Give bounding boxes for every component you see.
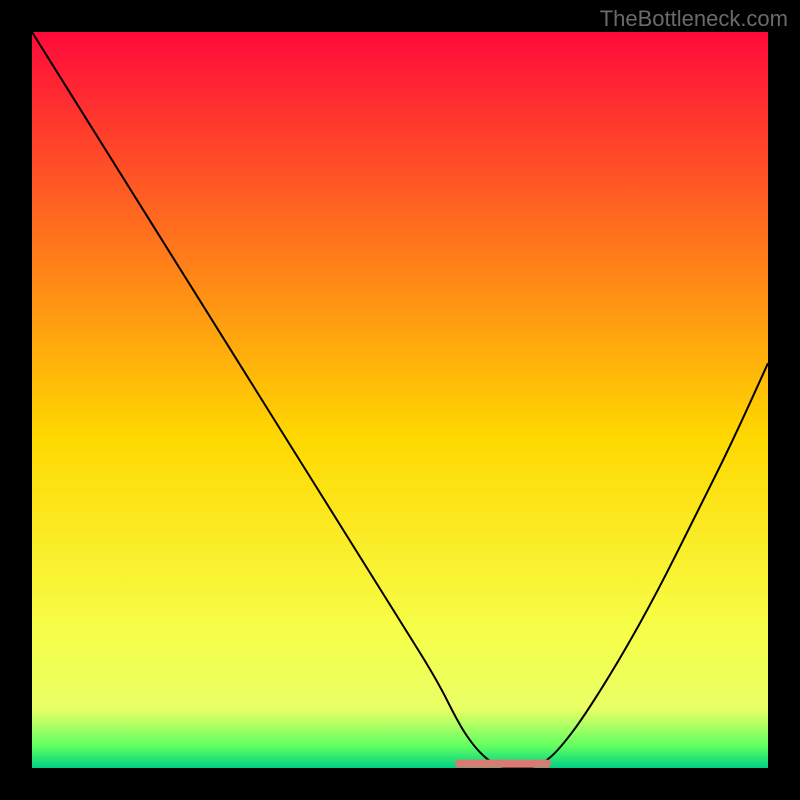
chart-plot-area [32, 32, 768, 768]
watermark-text: TheBottleneck.com [600, 6, 788, 32]
bottleneck-chart [32, 32, 768, 768]
chart-background [32, 32, 768, 768]
